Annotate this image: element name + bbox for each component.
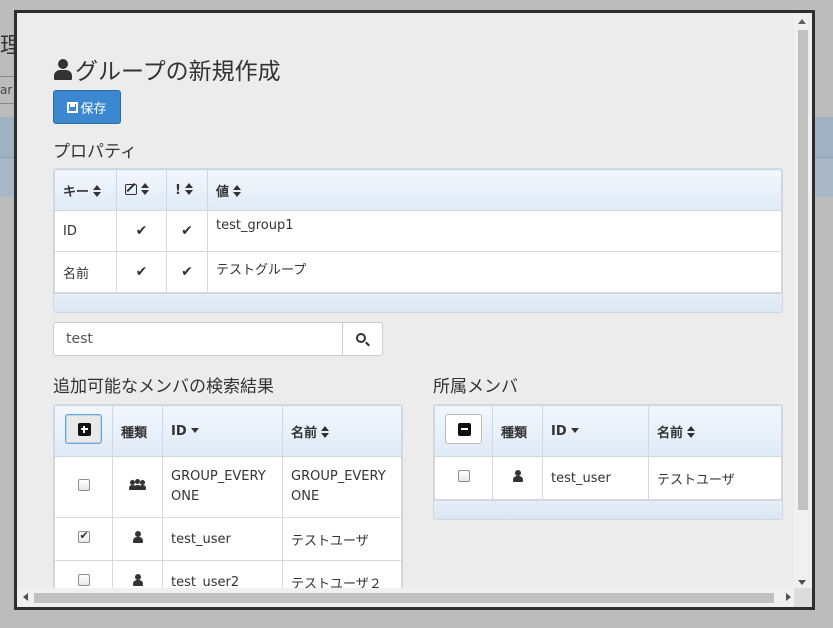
sort-icon bbox=[141, 182, 149, 195]
exclamation-icon: ! bbox=[175, 182, 181, 198]
column-header-key[interactable]: キー bbox=[54, 169, 117, 211]
edit-icon bbox=[125, 183, 137, 195]
scroll-up-icon[interactable] bbox=[798, 19, 806, 24]
background-input: ar bbox=[0, 76, 14, 104]
member-name: GROUP_EVERYONE bbox=[282, 456, 402, 518]
vertical-scroll-thumb[interactable] bbox=[798, 30, 808, 510]
dialog-title-text: グループの新規作成 bbox=[75, 59, 281, 85]
properties-label: プロパティ bbox=[53, 142, 137, 162]
table-footer bbox=[54, 293, 782, 312]
table-row[interactable]: test_user2 テストユーザ２ bbox=[54, 560, 402, 591]
table-row[interactable]: test_user テストユーザ bbox=[434, 456, 782, 500]
dialog-title: グループの新規作成 bbox=[53, 52, 281, 86]
plus-square-icon bbox=[78, 423, 91, 436]
scroll-right-icon[interactable] bbox=[786, 593, 791, 601]
caret-down-icon bbox=[190, 427, 199, 433]
member-id: test_user2 bbox=[162, 560, 283, 591]
save-button[interactable]: 保存 bbox=[53, 90, 121, 124]
create-group-dialog: グループの新規作成 保存 プロパティ キー ! 値 ID ✔ ✔ test_gr bbox=[14, 10, 815, 610]
user-icon bbox=[132, 574, 144, 586]
sort-icon bbox=[184, 182, 193, 195]
member-id: test_user bbox=[162, 517, 283, 561]
horizontal-scrollbar[interactable] bbox=[17, 588, 797, 607]
row-checkbox[interactable] bbox=[77, 479, 90, 491]
scrollbar-corner bbox=[794, 588, 812, 607]
check-icon: ✔ bbox=[135, 264, 148, 280]
sort-icon bbox=[233, 184, 242, 197]
column-header-name[interactable]: 名前 bbox=[282, 405, 402, 457]
table-row[interactable]: test_user テストユーザ bbox=[54, 517, 402, 561]
remove-member-button[interactable] bbox=[445, 414, 482, 444]
scroll-left-icon[interactable] bbox=[23, 593, 28, 601]
column-header-type: 種類 bbox=[492, 405, 543, 457]
available-header-row: 種類 ID 名前 bbox=[54, 405, 402, 457]
vertical-scrollbar[interactable] bbox=[794, 13, 812, 591]
dialog-content: グループの新規作成 保存 プロパティ キー ! 値 ID ✔ ✔ test_gr bbox=[17, 13, 797, 591]
sort-icon bbox=[687, 425, 696, 438]
group-members-table: 種類 ID 名前 test_user テストユーザ bbox=[433, 404, 783, 520]
column-header-id[interactable]: ID bbox=[162, 405, 283, 457]
sort-icon bbox=[93, 184, 102, 197]
member-id: GROUP_EVERYONE bbox=[162, 456, 283, 518]
check-icon: ✔ bbox=[181, 264, 193, 280]
column-header-required[interactable]: ! bbox=[166, 169, 208, 211]
group-icon bbox=[128, 479, 146, 491]
row-checkbox[interactable] bbox=[77, 529, 90, 543]
check-icon: ✔ bbox=[181, 223, 193, 239]
properties-table: キー ! 値 ID ✔ ✔ test_group1 名前 ✔ ✔ テストグループ bbox=[53, 168, 783, 313]
table-row[interactable]: 名前 ✔ ✔ テストグループ bbox=[54, 251, 782, 293]
column-header-name[interactable]: 名前 bbox=[648, 405, 782, 457]
search-input[interactable] bbox=[54, 323, 342, 355]
group-members-label: 所属メンバ bbox=[433, 377, 518, 397]
search-icon bbox=[356, 333, 366, 343]
user-icon bbox=[512, 470, 524, 482]
column-header-type: 種類 bbox=[112, 405, 163, 457]
scroll-down-icon[interactable] bbox=[798, 580, 806, 585]
table-row[interactable]: GROUP_EVERYONE GROUP_EVERYONE bbox=[54, 456, 402, 518]
search-button[interactable] bbox=[342, 323, 382, 355]
member-name: テストユーザ２ bbox=[282, 560, 402, 591]
members-header-row: 種類 ID 名前 bbox=[434, 405, 782, 457]
user-icon bbox=[53, 58, 73, 80]
property-value[interactable]: テストグループ bbox=[207, 251, 782, 293]
column-header-editable[interactable] bbox=[116, 169, 167, 211]
property-value[interactable]: test_group1 bbox=[207, 210, 782, 252]
table-row[interactable]: ID ✔ ✔ test_group1 bbox=[54, 210, 782, 252]
row-checkbox[interactable] bbox=[457, 470, 470, 482]
table-footer bbox=[434, 500, 782, 519]
property-key: 名前 bbox=[54, 251, 117, 293]
member-name: テストユーザ bbox=[282, 517, 402, 561]
column-header-value[interactable]: 値 bbox=[207, 169, 782, 211]
check-icon: ✔ bbox=[135, 223, 148, 239]
property-key: ID bbox=[54, 210, 117, 252]
user-icon bbox=[132, 531, 144, 543]
caret-down-icon bbox=[570, 427, 579, 433]
row-checkbox[interactable] bbox=[77, 574, 90, 586]
save-button-label: 保存 bbox=[80, 101, 107, 117]
member-name: テストユーザ bbox=[648, 456, 782, 500]
available-members-label: 追加可能なメンバの検索結果 bbox=[53, 377, 274, 397]
floppy-disk-icon bbox=[67, 101, 79, 113]
sort-icon bbox=[321, 425, 330, 438]
properties-header-row: キー ! 値 bbox=[54, 169, 782, 211]
column-header-id[interactable]: ID bbox=[542, 405, 649, 457]
available-members-table: 種類 ID 名前 GROUP_EVERYONE GROUP_EVERYONE ✔… bbox=[53, 404, 403, 591]
member-search bbox=[53, 322, 383, 356]
member-id: test_user bbox=[542, 456, 649, 500]
add-member-button[interactable] bbox=[65, 414, 102, 444]
minus-square-icon bbox=[458, 423, 471, 436]
horizontal-scroll-thumb[interactable] bbox=[34, 593, 774, 603]
